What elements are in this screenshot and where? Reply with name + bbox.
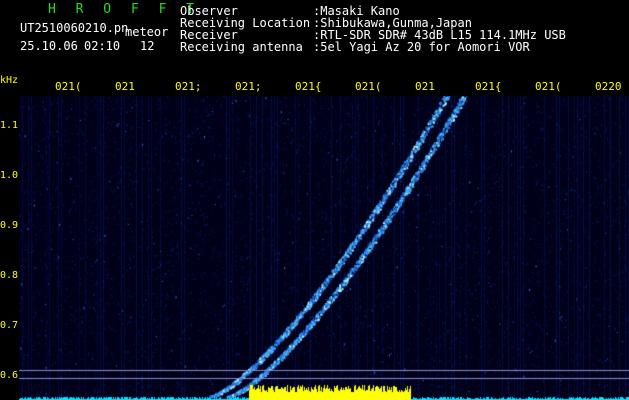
meteor-count: 12 <box>140 39 155 53</box>
capture-date: 25.10.06 <box>20 39 78 53</box>
spectrogram-window: H R O F F T UT2510060210.pn meteor 25.10… <box>0 0 629 400</box>
antenna-label: Receiving antenna <box>180 40 303 54</box>
x-tick-label: 021 <box>415 80 435 93</box>
antenna-value: :5el Yagi Az 20 for Aomori VOR <box>313 40 530 54</box>
x-tick-label: 021( <box>55 80 82 93</box>
x-tick-label: 021; <box>235 80 262 93</box>
x-tick-label: 0220 <box>595 80 622 93</box>
spectrogram-plot <box>19 96 629 400</box>
y-tick-label: 1.0 <box>0 170 19 181</box>
y-tick-label: 1.1 <box>0 120 19 131</box>
capture-time: 02:10 <box>84 39 121 53</box>
y-tick-label: 0.6 <box>0 370 19 381</box>
x-tick-label: 021( <box>355 80 382 93</box>
x-tick-label: 021( <box>535 80 562 93</box>
spectrogram-canvas <box>19 96 629 400</box>
y-tick-label: 0.9 <box>0 220 19 231</box>
y-tick-label: 0.8 <box>0 270 19 281</box>
x-tick-label: 021; <box>175 80 202 93</box>
y-axis-unit: kHz <box>0 75 19 86</box>
y-tick-label: 0.7 <box>0 320 19 331</box>
x-tick-label: 021{ <box>295 80 322 93</box>
event-type: meteor <box>125 25 169 39</box>
x-tick-label: 021 <box>115 80 135 93</box>
image-filename: UT2510060210.pn <box>20 21 129 35</box>
hrofft-logo: H R O F F T <box>48 2 201 17</box>
x-tick-label: 021{ <box>475 80 502 93</box>
